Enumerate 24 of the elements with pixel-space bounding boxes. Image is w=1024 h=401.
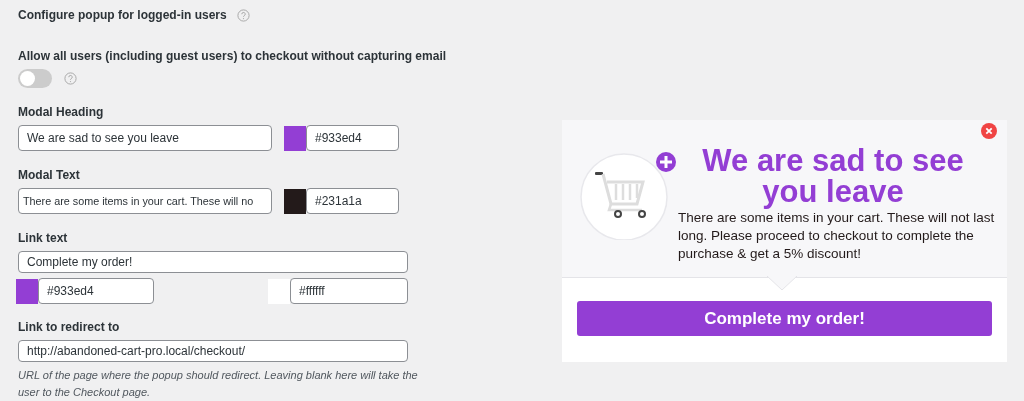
field-label: Link to redirect to	[18, 320, 120, 334]
close-icon[interactable]	[981, 123, 997, 139]
text-field[interactable]: There are some items in your cart. These will no	[18, 188, 272, 214]
color-field[interactable]: #231a1a	[306, 188, 399, 214]
color-swatch[interactable]	[284, 125, 306, 151]
color-swatch[interactable]	[16, 278, 38, 304]
setting-label: Configure popup for logged-in users	[18, 8, 227, 22]
color-swatch[interactable]	[284, 188, 306, 214]
popup-text: There are some items in your cart. These will not last long. Please proceed to checkout to complete the purchase & get a 5% discount!	[678, 209, 996, 263]
complete-order-button[interactable]: Complete my order!	[577, 301, 992, 336]
text-field[interactable]: Complete my order!	[18, 251, 408, 273]
field-label: Modal Heading	[18, 105, 104, 119]
color-field[interactable]: #933ed4	[38, 278, 154, 304]
popup-heading: We are sad to see you leave	[701, 145, 965, 207]
field-label: Link text	[18, 231, 68, 245]
setting-label: Allow all users (including guest users) to checkout without capturing email	[18, 49, 447, 63]
field-label: Modal Text	[18, 168, 80, 182]
toggle-switch[interactable]	[18, 69, 52, 88]
text-field[interactable]: We are sad to see you leave	[18, 125, 272, 151]
color-field[interactable]: #933ed4	[306, 125, 399, 151]
color-field[interactable]: #ffffff	[290, 278, 408, 304]
url-field[interactable]: http://abandoned-cart-pro.local/checkout/	[18, 340, 408, 362]
field-description: URL of the page where the popup should redirect. Leaving blank here will take the user to the Checkout page.	[18, 368, 418, 400]
color-swatch[interactable]	[268, 278, 290, 304]
